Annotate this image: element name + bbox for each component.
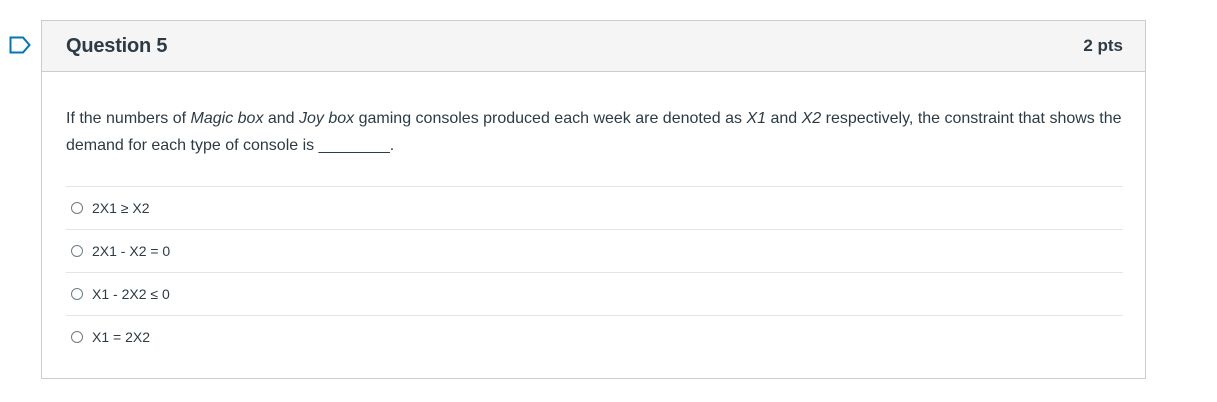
answer-option[interactable]: X1 - 2X2 ≤ 0 (66, 273, 1123, 316)
question-text-emphasis: Joy box (299, 110, 355, 127)
question-header: Question 5 2 pts (42, 21, 1145, 72)
question-card: Question 5 2 pts If the numbers of Magic… (41, 20, 1146, 379)
question-text-emphasis: X1 (746, 110, 767, 127)
radio-button[interactable] (71, 202, 83, 214)
radio-button[interactable] (71, 245, 83, 257)
answer-option[interactable]: 2X1 ≥ X2 (66, 187, 1123, 230)
question-body: If the numbers of Magic box and Joy box … (42, 72, 1145, 358)
question-text-part: gaming consoles produced each week are d… (354, 110, 747, 127)
answer-label: 2X1 ≥ X2 (92, 200, 150, 216)
answer-option[interactable]: 2X1 - X2 = 0 (66, 230, 1123, 273)
question-text-part: and (766, 110, 802, 127)
answer-option[interactable]: X1 = 2X2 (66, 316, 1123, 358)
question-text-part: and (263, 110, 300, 127)
radio-button[interactable] (71, 288, 83, 300)
answer-label: X1 - 2X2 ≤ 0 (92, 286, 170, 302)
question-text-part: If the numbers of (66, 110, 191, 127)
radio-button[interactable] (71, 331, 83, 343)
question-title: Question 5 (66, 34, 168, 57)
question-points: 2 pts (1083, 36, 1123, 55)
question-text-emphasis: Magic box (190, 110, 264, 127)
question-text-emphasis: X2 (801, 110, 822, 127)
flag-question-icon[interactable] (9, 36, 31, 54)
answer-label: 2X1 - X2 = 0 (92, 243, 171, 259)
answer-label: X1 = 2X2 (92, 329, 150, 345)
question-text: If the numbers of Magic box and Joy box … (66, 105, 1123, 159)
answer-list: 2X1 ≥ X2 2X1 - X2 = 0 X1 - 2X2 ≤ 0 X1 = … (66, 186, 1123, 358)
